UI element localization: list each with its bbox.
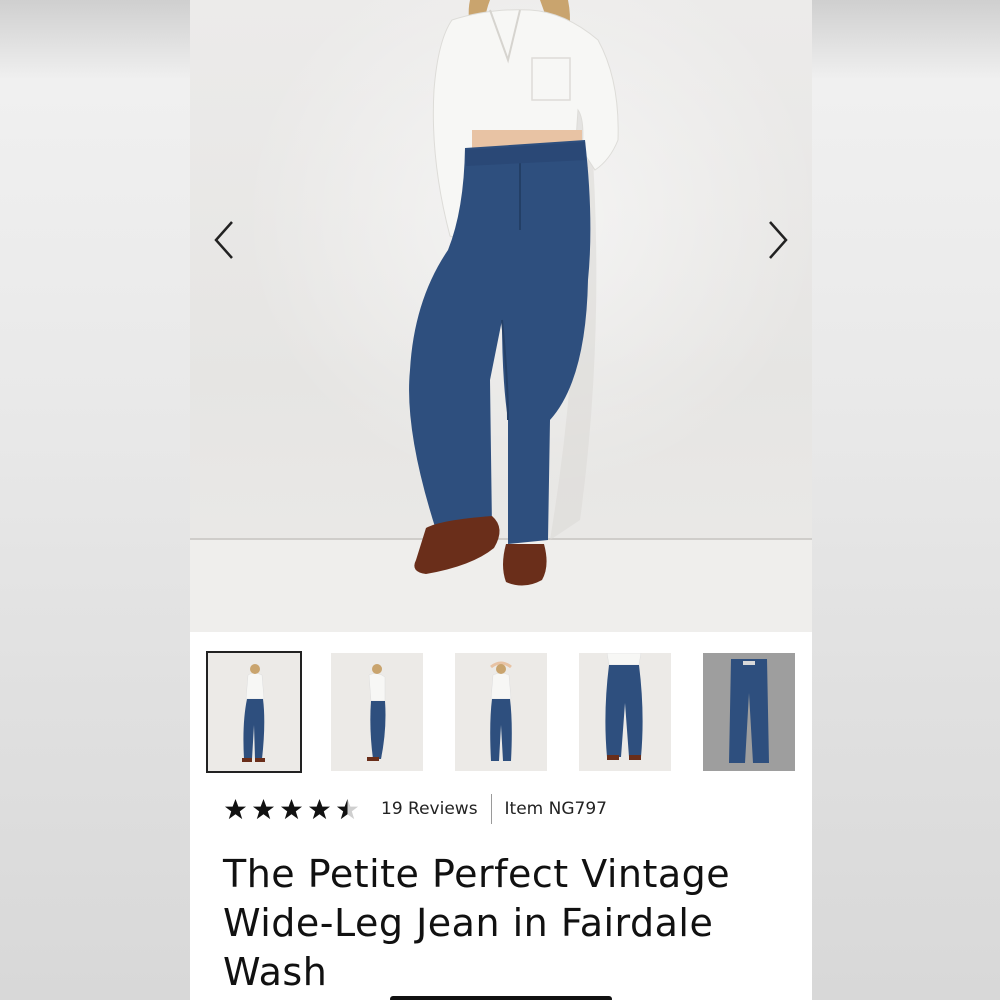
star-rating (224, 798, 359, 821)
home-indicator (390, 996, 612, 1000)
gallery-next-button[interactable] (756, 218, 800, 262)
star-full-icon (224, 798, 247, 819)
product-hero-image (190, 0, 812, 632)
thumbnail-5[interactable] (703, 653, 795, 771)
reviews-link[interactable]: 19 Reviews (381, 799, 478, 819)
divider (490, 794, 492, 824)
rating-row: 19 Reviews Item NG797 (224, 793, 607, 825)
star-half-icon (336, 798, 359, 819)
star-full-icon (308, 798, 331, 819)
item-number: Item NG797 (504, 799, 607, 819)
chevron-left-icon (214, 221, 233, 259)
background-left (0, 0, 190, 1000)
thumbnail-4[interactable] (579, 653, 671, 771)
thumbnail-3[interactable] (455, 653, 547, 771)
star-full-icon (252, 798, 275, 819)
gallery-prev-button[interactable] (202, 218, 246, 262)
product-title: The Petite Perfect Vintage Wide-Leg Jean… (223, 852, 731, 994)
thumbnail-strip (190, 651, 812, 773)
thumbnail-2[interactable] (331, 653, 423, 771)
thumbnail-1[interactable] (206, 651, 302, 773)
model-figure (409, 0, 619, 586)
star-full-icon (280, 798, 303, 819)
background-right (812, 0, 1000, 1000)
chevron-right-icon (769, 221, 788, 259)
product-card: 19 Reviews Item NG797 The Petite Perfect… (190, 0, 812, 1000)
